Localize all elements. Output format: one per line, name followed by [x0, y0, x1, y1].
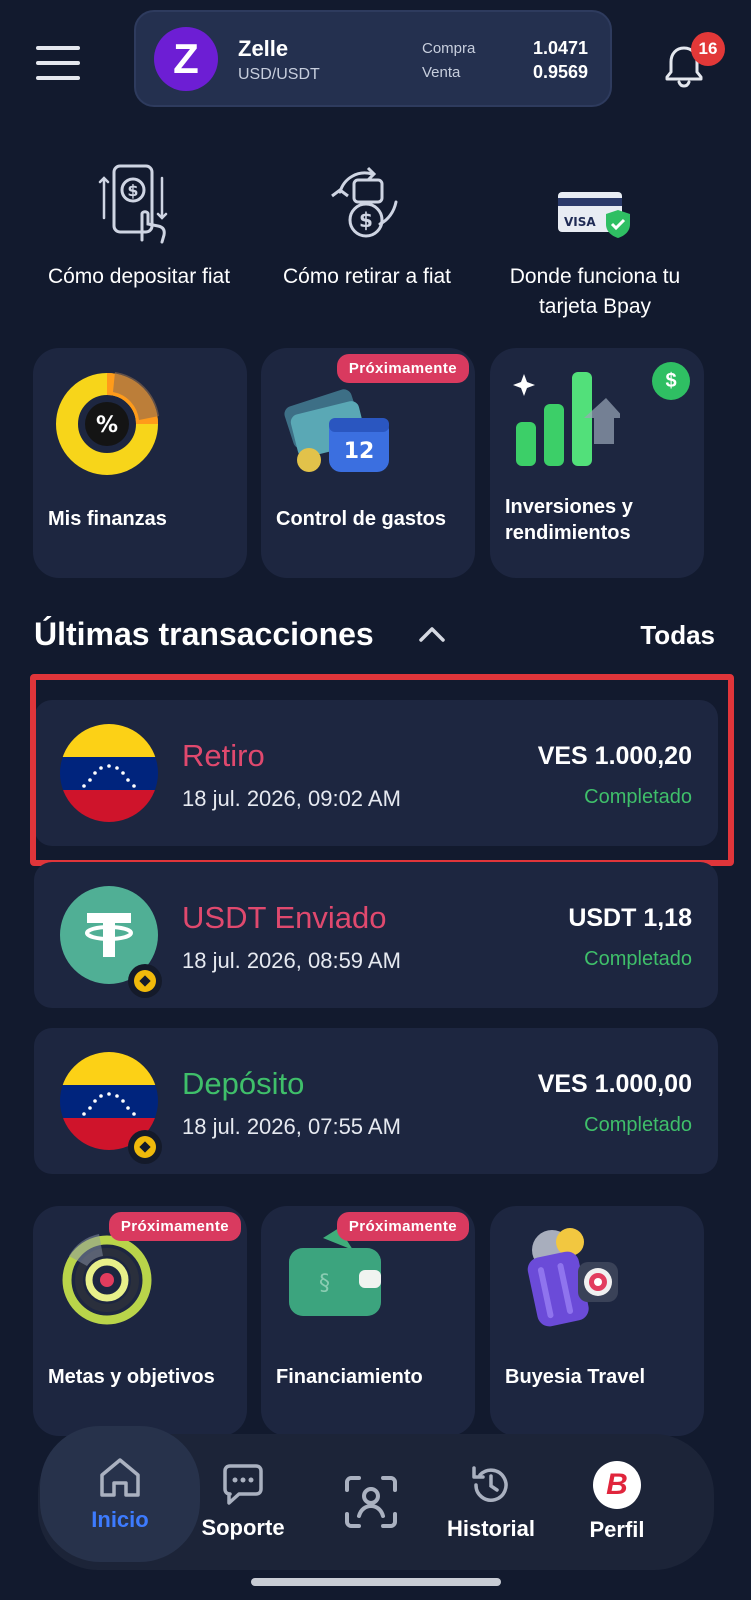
coming-soon-badge: Próximamente [336, 354, 469, 383]
phone-dollar-icon: $ [98, 164, 168, 244]
menu-button[interactable] [36, 46, 80, 80]
transaction-row[interactable]: Depósito 18 jul. 2026, 07:55 AM VES 1.00… [34, 1028, 718, 1174]
card-buyesia-travel[interactable]: Buyesia Travel [490, 1206, 704, 1436]
menu-line [36, 61, 80, 65]
transaction-amount: VES 1.000,20 [537, 742, 692, 770]
transaction-amount: VES 1.000,00 [537, 1070, 692, 1098]
guide-withdraw-fiat[interactable]: $ Cómo retirar a fiat [252, 148, 482, 292]
coming-soon-badge: Próximamente [108, 1212, 241, 1241]
rate-name: Zelle [238, 36, 289, 61]
guide-card-bpay[interactable]: VISA Donde funciona tu tarjeta Bpay [480, 148, 710, 322]
guide-label: Cómo retirar a fiat [282, 265, 452, 288]
dollar-coin-icon: $ [652, 362, 690, 400]
card-label: Buyesia Travel [505, 1366, 646, 1388]
transaction-row[interactable]: Retiro 18 jul. 2026, 09:02 AM VES 1.000,… [34, 700, 718, 846]
nav-item-perfil[interactable]: B Perfil [552, 1434, 682, 1570]
nav-label: Inicio [91, 1507, 149, 1532]
sell-value: 0.9569 [532, 62, 588, 82]
nav-label: Historial [446, 1516, 536, 1541]
notification-badge: 16 [691, 32, 725, 66]
wallet-icon: § [289, 1228, 381, 1316]
transaction-title: Retiro [182, 738, 265, 773]
guide-label: Cómo depositar fiat [47, 265, 231, 288]
history-icon [472, 1466, 508, 1502]
rate-pair: USD/USDT [238, 66, 320, 83]
transaction-status: Completado [584, 948, 692, 970]
transaction-amount: USDT 1,18 [568, 904, 692, 932]
chevron-up-icon[interactable] [418, 624, 446, 644]
nav-item-inicio[interactable]: Inicio [40, 1426, 200, 1562]
nav-item-scan[interactable] [306, 1434, 436, 1570]
nav-label: Perfil [589, 1517, 645, 1542]
section-title: Últimas transacciones [34, 616, 374, 652]
transaction-status: Completado [584, 786, 692, 808]
guide-label: Donde funciona tu tarjeta Bpay [509, 265, 681, 318]
transaction-title: USDT Enviado [182, 900, 387, 935]
exchange-rate-card[interactable]: Z Zelle USD/USDT Compra 1.0471 Venta 0.9… [134, 10, 612, 107]
nav-item-historial[interactable]: Historial [426, 1434, 556, 1570]
home-icon [100, 1458, 140, 1497]
transaction-row[interactable]: USDT Enviado 18 jul. 2026, 08:59 AM USDT… [34, 862, 718, 1008]
target-icon [62, 1234, 152, 1325]
suitcase-icon [527, 1228, 618, 1327]
transaction-status: Completado [584, 1114, 692, 1136]
home-indicator [251, 1578, 501, 1586]
card-label: Mis finanzas [48, 508, 167, 530]
cash-exchange-icon: $ [331, 166, 398, 238]
transaction-date: 18 jul. 2026, 07:55 AM [182, 1114, 401, 1139]
growth-bars-icon [513, 372, 620, 466]
zelle-logo-icon: Z [154, 27, 218, 91]
buy-label: Compra [422, 40, 476, 57]
svg-text:$: $ [127, 181, 138, 200]
venezuela-flag-icon [60, 724, 158, 822]
svg-text:$: $ [359, 208, 373, 232]
bottom-nav: Inicio Soporte Historial B Perfil [38, 1426, 714, 1570]
card-label: Metas y objetivos [48, 1366, 215, 1388]
bnb-chain-icon [128, 964, 162, 998]
bnb-chain-icon [128, 1130, 162, 1164]
calendar-cards-icon: 12 [284, 389, 389, 472]
chat-icon [223, 1464, 263, 1505]
card-metas[interactable]: Próximamente Metas y objetivos [33, 1206, 247, 1436]
card-label: Financiamiento [276, 1366, 423, 1388]
card-mis-finanzas[interactable]: % Mis finanzas [33, 348, 247, 578]
transaction-date: 18 jul. 2026, 09:02 AM [182, 786, 401, 811]
sell-label: Venta [422, 64, 461, 81]
nav-label: Soporte [201, 1515, 285, 1540]
svg-text:§: § [319, 1271, 330, 1296]
card-inversiones[interactable]: $ Inversiones y rendimientos [490, 348, 704, 578]
view-all-link[interactable]: Todas [640, 620, 715, 651]
transaction-title: Depósito [182, 1066, 305, 1101]
card-label: Control de gastos [276, 508, 447, 530]
card-brand-text: VISA [564, 215, 596, 229]
transaction-date: 18 jul. 2026, 08:59 AM [182, 948, 401, 973]
menu-line [36, 46, 80, 50]
calendar-day-text: 12 [344, 439, 375, 464]
card-label: Inversiones y rendimientos [505, 496, 633, 544]
buy-value: 1.0471 [532, 38, 588, 58]
donut-chart-icon: % [56, 372, 159, 475]
card-control-gastos[interactable]: 12 Próximamente Control de gastos [261, 348, 475, 578]
guide-deposit-fiat[interactable]: $ Cómo depositar fiat [24, 148, 254, 292]
scan-icon [345, 1476, 397, 1528]
profile-logo-icon: B [593, 1461, 641, 1509]
visa-card-icon: VISA [558, 192, 630, 238]
svg-text:%: % [96, 413, 118, 438]
menu-line [36, 76, 80, 80]
coming-soon-badge: Próximamente [336, 1212, 469, 1241]
card-financiamiento[interactable]: § Próximamente Financiamiento [261, 1206, 475, 1436]
nav-item-soporte[interactable]: Soporte [178, 1434, 308, 1570]
